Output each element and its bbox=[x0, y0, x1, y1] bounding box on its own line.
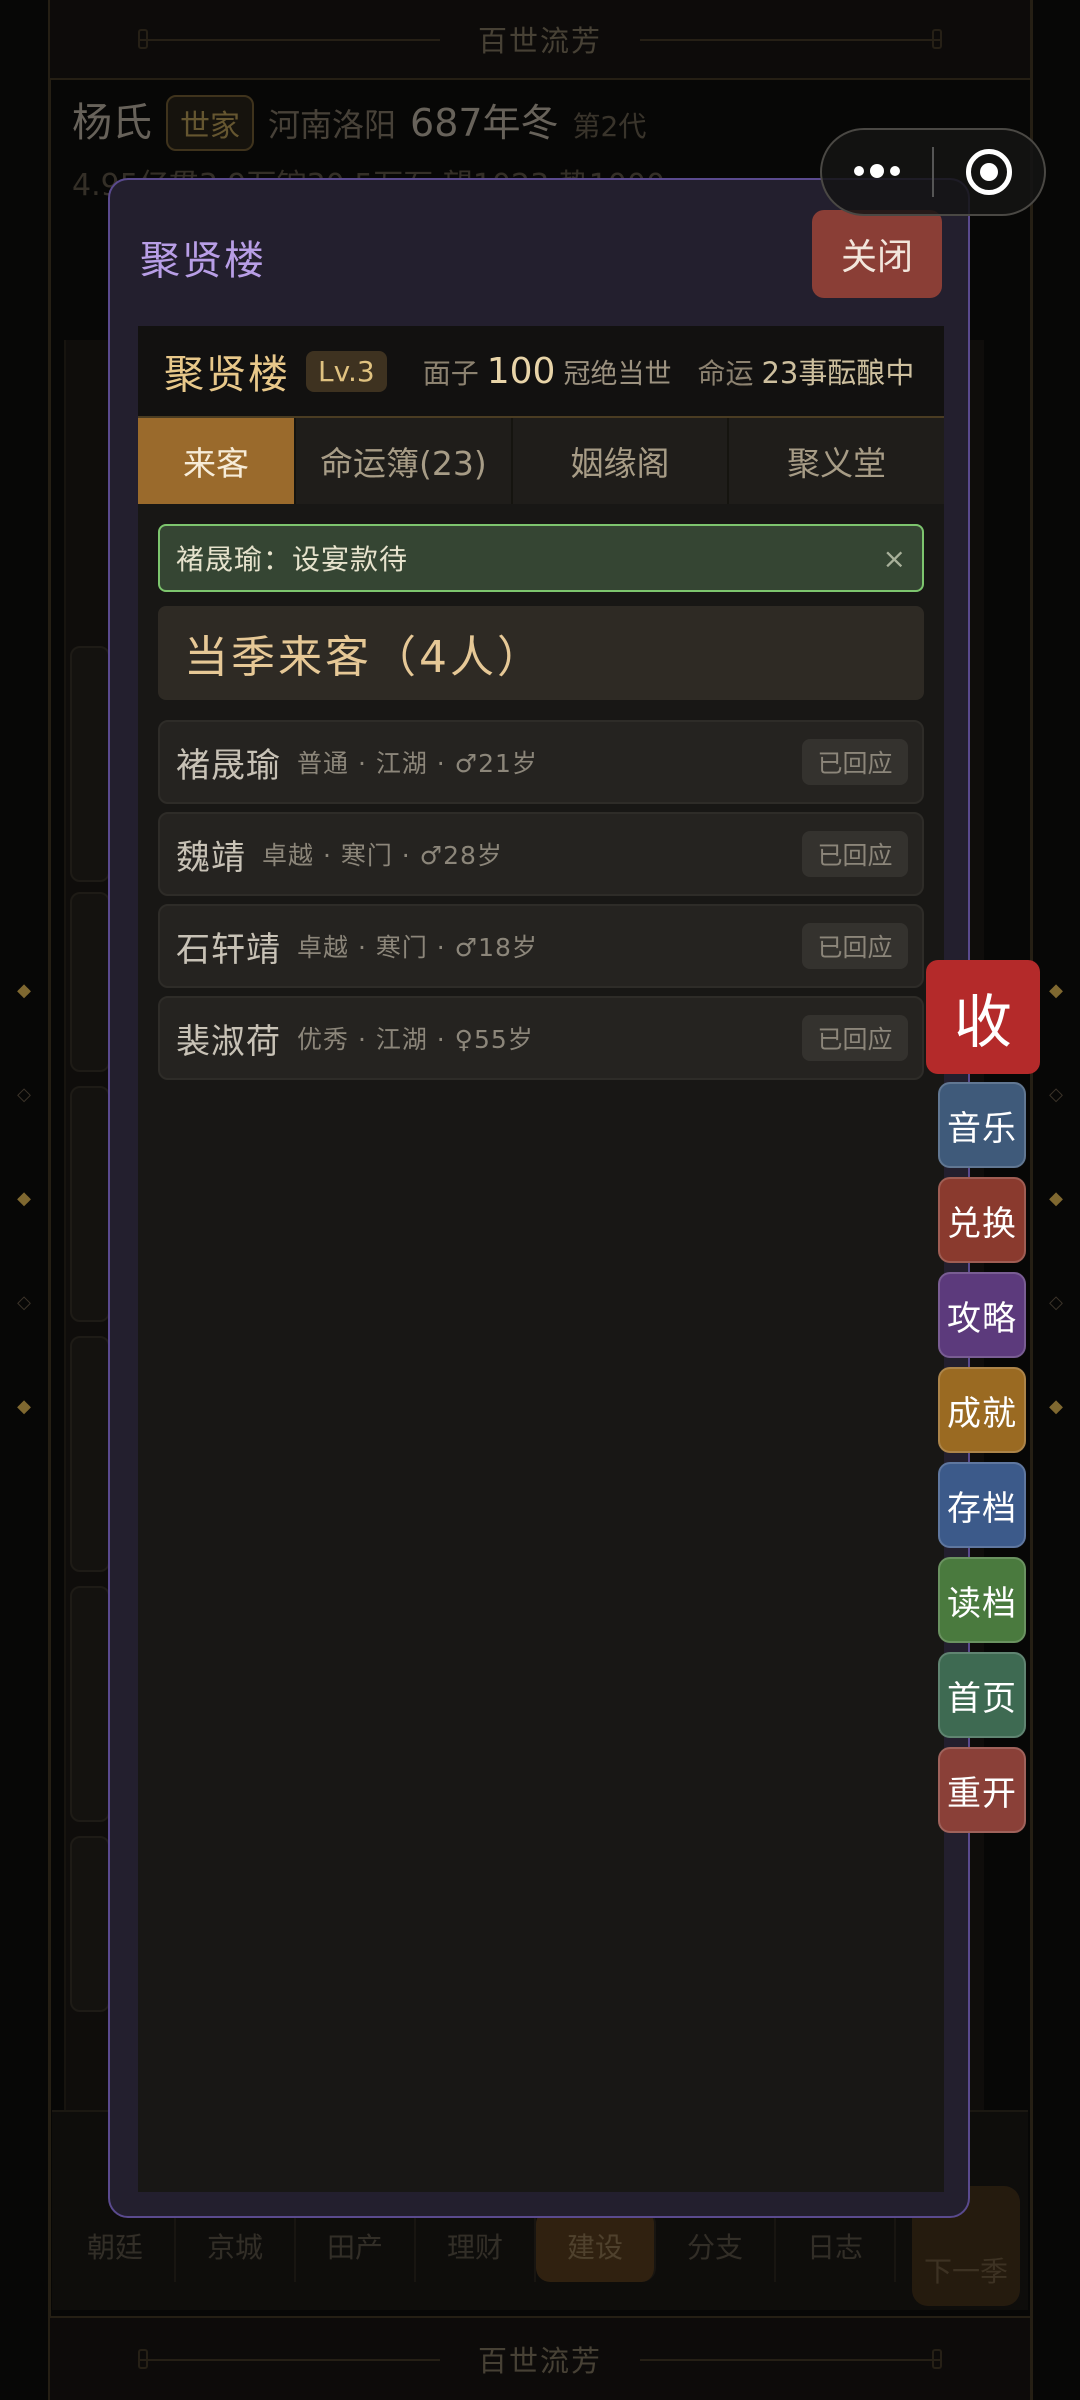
guest-status-button[interactable]: 已回应 bbox=[802, 739, 908, 785]
guide-button[interactable]: 攻略 bbox=[938, 1272, 1026, 1358]
guest-row[interactable]: 魏靖 卓越 · 寒门 · ♂28岁 已回应 bbox=[158, 812, 924, 896]
guest-status-button[interactable]: 已回应 bbox=[802, 831, 908, 877]
collapse-menu-button[interactable]: 收 bbox=[926, 960, 1040, 1074]
guest-status-button[interactable]: 已回应 bbox=[802, 923, 908, 969]
building-level-badge: Lv.3 bbox=[306, 350, 387, 392]
guest-meta: 优秀 · 江湖 · ♀55岁 bbox=[297, 1025, 534, 1054]
guest-name: 裴淑荷 bbox=[176, 1021, 281, 1062]
close-button[interactable]: 关闭 bbox=[812, 210, 942, 298]
guest-name: 魏靖 bbox=[176, 837, 246, 878]
face-value: 100 bbox=[486, 350, 556, 392]
modal-tabs: 来客 命运簿(23) 姻缘阁 聚义堂 bbox=[138, 418, 944, 504]
more-icon[interactable] bbox=[822, 164, 932, 178]
guests-section-title: 当季来客（4人） bbox=[184, 632, 544, 683]
tab-marriage[interactable]: 姻缘阁 bbox=[513, 418, 730, 504]
restart-button[interactable]: 重开 bbox=[938, 1747, 1026, 1833]
home-button[interactable]: 首页 bbox=[938, 1652, 1026, 1738]
guests-section-header: 当季来客（4人） bbox=[158, 606, 924, 700]
guest-row[interactable]: 褚晟瑜 普通 · 江湖 · ♂21岁 已回应 bbox=[158, 720, 924, 804]
modal-body: 聚贤楼 Lv.3 面子 100 冠绝当世 命运 23事酝酿中 来客 命运簿(23… bbox=[138, 326, 944, 2192]
guest-name: 褚晟瑜 bbox=[176, 745, 281, 786]
fate-note: 23事酝酿中 bbox=[761, 356, 915, 390]
notification-toast: 褚晟瑜：设宴款待 × bbox=[158, 524, 924, 592]
load-button[interactable]: 读档 bbox=[938, 1557, 1026, 1643]
fate-label: 命运 bbox=[697, 357, 754, 390]
face-stat: 面子 100 冠绝当世 bbox=[423, 351, 672, 392]
building-modal: 聚贤楼 关闭 聚贤楼 Lv.3 面子 100 冠绝当世 命运 23事酝酿中 来客… bbox=[108, 178, 970, 2218]
toast-close-icon[interactable]: × bbox=[883, 542, 906, 575]
face-note: 冠绝当世 bbox=[563, 358, 672, 390]
modal-title: 聚贤楼 bbox=[140, 238, 266, 284]
guest-name: 石轩靖 bbox=[176, 929, 281, 970]
guest-meta: 卓越 · 寒门 · ♂18岁 bbox=[297, 933, 538, 962]
building-header: 聚贤楼 Lv.3 面子 100 冠绝当世 命运 23事酝酿中 bbox=[138, 326, 944, 418]
guest-status-button[interactable]: 已回应 bbox=[802, 1015, 908, 1061]
tab-guests[interactable]: 来客 bbox=[138, 418, 296, 504]
guest-row[interactable]: 裴淑荷 优秀 · 江湖 · ♀55岁 已回应 bbox=[158, 996, 924, 1080]
guest-meta: 普通 · 江湖 · ♂21岁 bbox=[297, 749, 538, 778]
redeem-button[interactable]: 兑换 bbox=[938, 1177, 1026, 1263]
tab-brotherhood[interactable]: 聚义堂 bbox=[729, 418, 944, 504]
building-name: 聚贤楼 bbox=[164, 352, 290, 398]
save-button[interactable]: 存档 bbox=[938, 1462, 1026, 1548]
tab-fate-book[interactable]: 命运簿(23) bbox=[296, 418, 513, 504]
miniprogram-capsule bbox=[820, 128, 1046, 216]
guest-meta: 卓越 · 寒门 · ♂28岁 bbox=[262, 841, 503, 870]
face-label: 面子 bbox=[422, 356, 479, 390]
toast-text: 褚晟瑜：设宴款待 bbox=[176, 543, 409, 576]
music-button[interactable]: 音乐 bbox=[938, 1082, 1026, 1168]
guest-list: 褚晟瑜 普通 · 江湖 · ♂21岁 已回应 魏靖 卓越 · 寒门 · ♂28岁… bbox=[158, 720, 924, 1088]
achievements-button[interactable]: 成就 bbox=[938, 1367, 1026, 1453]
guest-row[interactable]: 石轩靖 卓越 · 寒门 · ♂18岁 已回应 bbox=[158, 904, 924, 988]
exit-icon[interactable] bbox=[934, 149, 1044, 195]
fate-stat: 命运 23事酝酿中 bbox=[697, 350, 914, 392]
